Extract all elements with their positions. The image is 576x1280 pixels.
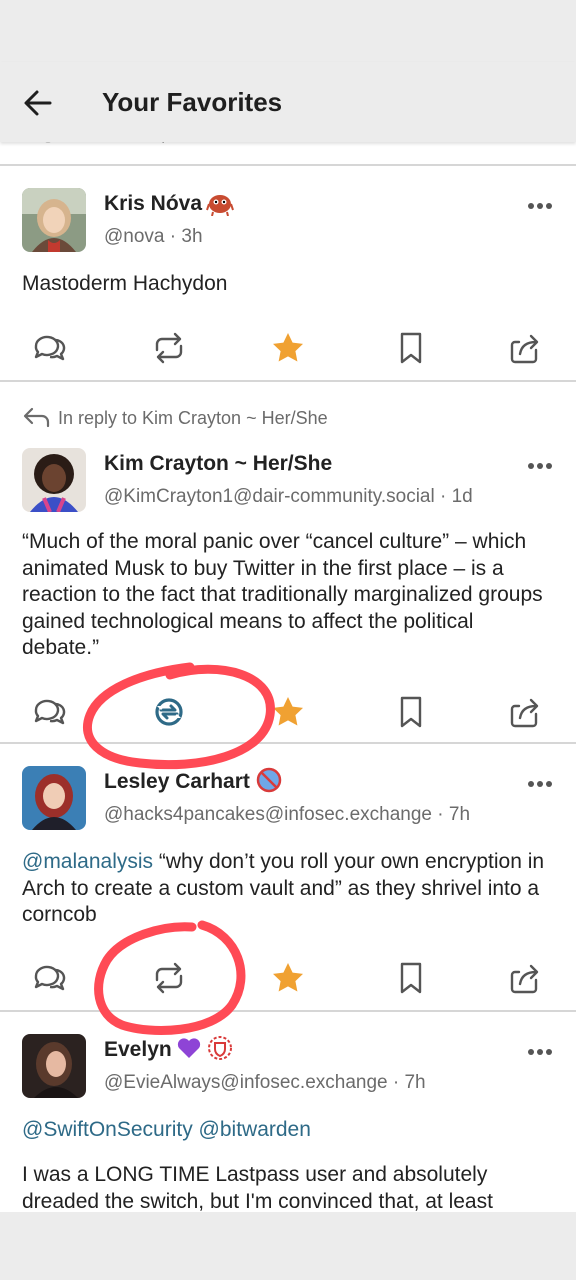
post-actions xyxy=(0,328,576,368)
star-filled-icon xyxy=(273,697,303,726)
share-button[interactable] xyxy=(506,958,546,998)
more-horizontal-icon xyxy=(528,203,552,209)
post-card[interactable]: In reply to Kim Crayton ~ Her/She Kim Cr… xyxy=(0,382,576,742)
share-button[interactable] xyxy=(506,692,546,732)
more-horizontal-icon xyxy=(528,463,552,469)
app-bar: Your Favorites xyxy=(0,62,576,142)
status-bar xyxy=(0,0,576,62)
reply-button[interactable] xyxy=(30,692,70,732)
reply-button[interactable] xyxy=(30,958,70,998)
previous-post-actions xyxy=(0,142,576,154)
avatar[interactable] xyxy=(22,448,86,512)
bookmark-icon xyxy=(400,696,422,728)
favourite-button[interactable] xyxy=(268,958,308,998)
boost-icon xyxy=(155,332,183,364)
display-name[interactable]: Kris Nóva xyxy=(104,192,202,216)
more-options-button[interactable] xyxy=(524,774,556,794)
post-card[interactable]: Evelyn @EvieAlways@infosec.exchange · 7h… xyxy=(0,1012,576,1212)
post-card[interactable]: Kris Nóva @nova · 3h Mastoderm Hachydon xyxy=(0,166,576,380)
mention-link[interactable]: @malanalysis xyxy=(22,850,153,873)
more-horizontal-icon xyxy=(528,1049,552,1055)
post-content: Mastoderm Hachydon xyxy=(22,272,228,295)
display-name[interactable]: Evelyn xyxy=(104,1038,172,1062)
handle: @nova · 3h xyxy=(104,226,203,247)
bookmark-icon xyxy=(400,332,422,364)
rust-crab-emoji-icon xyxy=(206,195,234,216)
favorites-feed[interactable]: Kris Nóva @nova · 3h Mastoderm Hachydon xyxy=(0,142,576,1212)
reply-arrow-icon xyxy=(23,407,50,428)
share-icon xyxy=(510,698,539,728)
post-content: @malanalysis “why don’t you roll your ow… xyxy=(22,849,552,929)
share-icon xyxy=(510,964,539,994)
post-card[interactable]: Lesley Carhart @hacks4pancakes@infosec.e… xyxy=(0,744,576,1010)
reply-icon xyxy=(34,699,66,725)
star-filled-icon xyxy=(273,963,303,992)
handle: @KimCrayton1@dair-community.social · 1d xyxy=(104,486,473,507)
post-actions xyxy=(0,958,576,998)
avatar[interactable] xyxy=(22,1034,86,1098)
boost-button[interactable] xyxy=(149,958,189,998)
bookmark-button[interactable] xyxy=(391,958,431,998)
reply-context[interactable]: In reply to Kim Crayton ~ Her/She xyxy=(58,408,328,429)
more-options-button[interactable] xyxy=(524,456,556,476)
boost-icon xyxy=(155,962,183,994)
share-button[interactable] xyxy=(506,328,546,368)
post-actions xyxy=(0,692,576,732)
avatar[interactable] xyxy=(22,766,86,830)
shield-emoji-icon xyxy=(208,1036,232,1060)
handle: @hacks4pancakes@infosec.exchange · 7h xyxy=(104,804,471,825)
back-button[interactable] xyxy=(18,82,60,124)
more-options-button[interactable] xyxy=(524,1042,556,1062)
reply-icon xyxy=(34,965,66,991)
display-name[interactable]: Kim Crayton ~ Her/She xyxy=(104,452,332,476)
bookmark-icon xyxy=(400,962,422,994)
boost-button-active[interactable] xyxy=(149,692,189,732)
more-options-button[interactable] xyxy=(524,196,556,216)
mention-links[interactable]: @SwiftOnSecurity @bitwarden xyxy=(22,1117,552,1144)
bookmark-button[interactable] xyxy=(391,692,431,732)
favourite-button[interactable] xyxy=(268,328,308,368)
no-symbol-emoji-icon xyxy=(256,767,282,793)
arrow-left-icon xyxy=(24,90,52,116)
boost-button[interactable] xyxy=(149,328,189,368)
more-horizontal-icon xyxy=(528,781,552,787)
share-icon xyxy=(510,334,539,364)
reply-button[interactable] xyxy=(30,328,70,368)
handle: @EvieAlways@infosec.exchange · 7h xyxy=(104,1072,426,1093)
post-content: I was a LONG TIME Lastpass user and abso… xyxy=(22,1163,493,1212)
purple-heart-emoji-icon xyxy=(177,1038,201,1058)
bookmark-button[interactable] xyxy=(391,328,431,368)
favourite-button[interactable] xyxy=(268,692,308,732)
display-name[interactable]: Lesley Carhart xyxy=(104,770,250,794)
page-title: Your Favorites xyxy=(102,87,283,117)
reply-icon xyxy=(34,335,66,361)
star-filled-icon xyxy=(273,333,303,362)
post-content: “Much of the moral panic over “cancel cu… xyxy=(22,530,543,659)
boost-active-icon xyxy=(155,698,183,726)
navigation-bar xyxy=(0,1212,576,1280)
avatar[interactable] xyxy=(22,188,86,252)
